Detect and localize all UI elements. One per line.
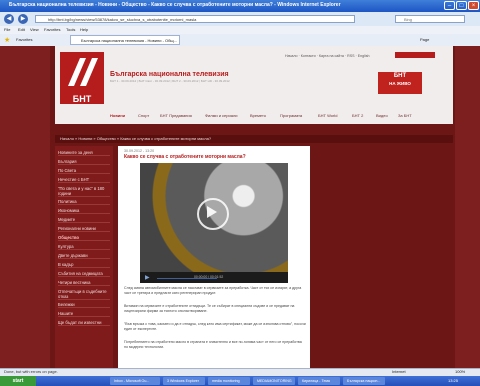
nav-shows[interactable]: БНТ Предавания xyxy=(160,113,192,118)
article-paragraph: Витамин на сервизите е отработените отпа… xyxy=(124,304,295,313)
sidebar-item[interactable]: Бележки xyxy=(58,302,110,308)
sidebar-item[interactable]: Нечестие с БНТ xyxy=(58,177,110,183)
menu-edit[interactable]: Edit xyxy=(18,27,25,32)
sidebar-item[interactable]: Медиите xyxy=(58,217,110,223)
play-icon xyxy=(207,206,217,218)
nav-bnt2[interactable]: БНТ 2 xyxy=(352,113,363,118)
breadcrumb[interactable]: Начало » Новини » Общество » Какво се сл… xyxy=(60,136,211,141)
top-link-sitemap[interactable]: Карта на сайта xyxy=(319,54,344,58)
sidebar-item[interactable]: Икономика xyxy=(58,208,110,214)
sidebar-item[interactable]: Регионални новини xyxy=(58,226,110,232)
video-play-icon[interactable]: ▶ xyxy=(145,274,150,281)
sidebar-item[interactable]: Отпечатъци в съдебните отказ xyxy=(58,289,110,300)
star-icon: ★ xyxy=(4,37,11,44)
internet-zone: Internet xyxy=(392,369,406,374)
menu-favorites[interactable]: Favorites xyxy=(44,27,60,32)
sidebar-item[interactable]: България xyxy=(58,159,110,165)
site-search-input[interactable] xyxy=(395,52,435,58)
window-title: Българска национална телевизия - Новини … xyxy=(9,2,341,8)
taskbar-item[interactable]: MEDIAMONITORING xyxy=(253,377,295,385)
start-button[interactable]: start xyxy=(0,376,36,386)
menu-file[interactable]: File xyxy=(4,27,10,32)
top-link-rss[interactable]: RSS xyxy=(347,54,354,58)
nav-about[interactable]: За БНТ xyxy=(398,113,412,118)
top-link-home[interactable]: Начало xyxy=(285,54,298,58)
taskbar-item[interactable]: Inbox - Microsoft Ou... xyxy=(110,377,160,385)
article-paragraph: След смяна автомобилните масла се насочв… xyxy=(124,286,302,295)
nav-news[interactable]: Новини xyxy=(110,113,125,118)
top-links: Начало · Контакти · Карта на сайта · RSS… xyxy=(285,54,370,58)
sidebar-item[interactable]: Политика xyxy=(58,199,110,205)
taskbar-item[interactable]: Кирилица - Тема xyxy=(298,377,340,385)
sidebar-item[interactable]: "По света и у нас" в 180 години xyxy=(58,186,110,197)
article-paragraph: Потреблението на отработено масло в стра… xyxy=(124,340,302,349)
top-link-contacts[interactable]: Контакти xyxy=(301,54,316,58)
live-button[interactable]: БНТ НА ЖИВО xyxy=(378,72,422,94)
menu-help[interactable]: Help xyxy=(80,27,88,32)
taskbar-item[interactable]: 3 Windows Explorer xyxy=(163,377,205,385)
maximize-button[interactable]: □ xyxy=(456,1,467,10)
nav-films[interactable]: Филми и сериали xyxy=(205,113,238,118)
back-icon[interactable]: ◀ xyxy=(4,14,14,24)
menu-tools[interactable]: Tools xyxy=(66,27,75,32)
site-name: Българска национална телевизия xyxy=(110,71,229,78)
article-date: 30.09.2012 - 13:20 xyxy=(124,149,155,153)
page-menu-button[interactable]: Page xyxy=(420,37,429,42)
taskbar-item[interactable]: media monitoring xyxy=(208,377,250,385)
favorites-button[interactable]: Favorites xyxy=(16,37,32,42)
live-label: БНТ xyxy=(393,73,407,79)
nav-video[interactable]: Видео xyxy=(376,113,388,118)
nav-program[interactable]: Програмата xyxy=(280,113,302,118)
zoom-level[interactable]: 100% xyxy=(455,369,465,374)
sidebar-item[interactable]: Култура xyxy=(58,244,110,250)
logo-text: БНТ xyxy=(72,94,92,104)
live-sublabel: НА ЖИВО xyxy=(389,81,411,86)
video-time: 00:00:00 / 00:01:52 xyxy=(194,275,224,279)
article-title: Какво се случва с отработените моторни м… xyxy=(124,154,246,160)
sidebar-item[interactable]: Общество xyxy=(58,235,110,241)
sidebar-item[interactable]: По Света xyxy=(58,168,110,174)
close-button[interactable]: × xyxy=(468,1,479,10)
nav-weather[interactable]: Времето xyxy=(250,113,266,118)
sidebar-item[interactable]: Събития на седмицата xyxy=(58,271,110,277)
nav-bnt-world[interactable]: БНТ World xyxy=(318,113,337,118)
site-subtitle: БНТ 1 - 30.09.2012 | БНТ Свят - 30.09.20… xyxy=(110,79,230,83)
minimize-button[interactable]: – xyxy=(444,1,455,10)
nav-sport[interactable]: Спорт xyxy=(138,113,149,118)
sidebar-item[interactable]: Нашите xyxy=(58,311,110,317)
browser-tab[interactable]: Българска национална телевизия - Новини … xyxy=(70,35,180,45)
top-link-english[interactable]: English xyxy=(358,54,370,58)
status-text: Done, but with errors on page. xyxy=(4,369,58,374)
forward-icon[interactable]: ▶ xyxy=(18,14,28,24)
menu-view[interactable]: View xyxy=(30,27,39,32)
article-paragraph: "Във връзка с това, какъвто и да е отпад… xyxy=(124,322,306,331)
sidebar-item[interactable]: Ще бъдат ли известни xyxy=(58,320,110,326)
sidebar-item[interactable]: Четири вестника xyxy=(58,280,110,286)
address-bar[interactable]: http://bnt.bg/bg/news/view/53878/kakvo_s… xyxy=(35,15,355,23)
search-input[interactable]: Bing xyxy=(395,15,465,23)
sidebar-item[interactable]: Двете държави xyxy=(58,253,110,259)
sidebar-item[interactable]: Новините за деня xyxy=(58,150,110,156)
taskbar-item[interactable]: Българска национ... xyxy=(343,377,385,385)
sidebar-item[interactable]: В кадър xyxy=(58,262,110,268)
clock: 13:25 xyxy=(448,378,459,383)
logo-mark-icon xyxy=(68,58,98,86)
